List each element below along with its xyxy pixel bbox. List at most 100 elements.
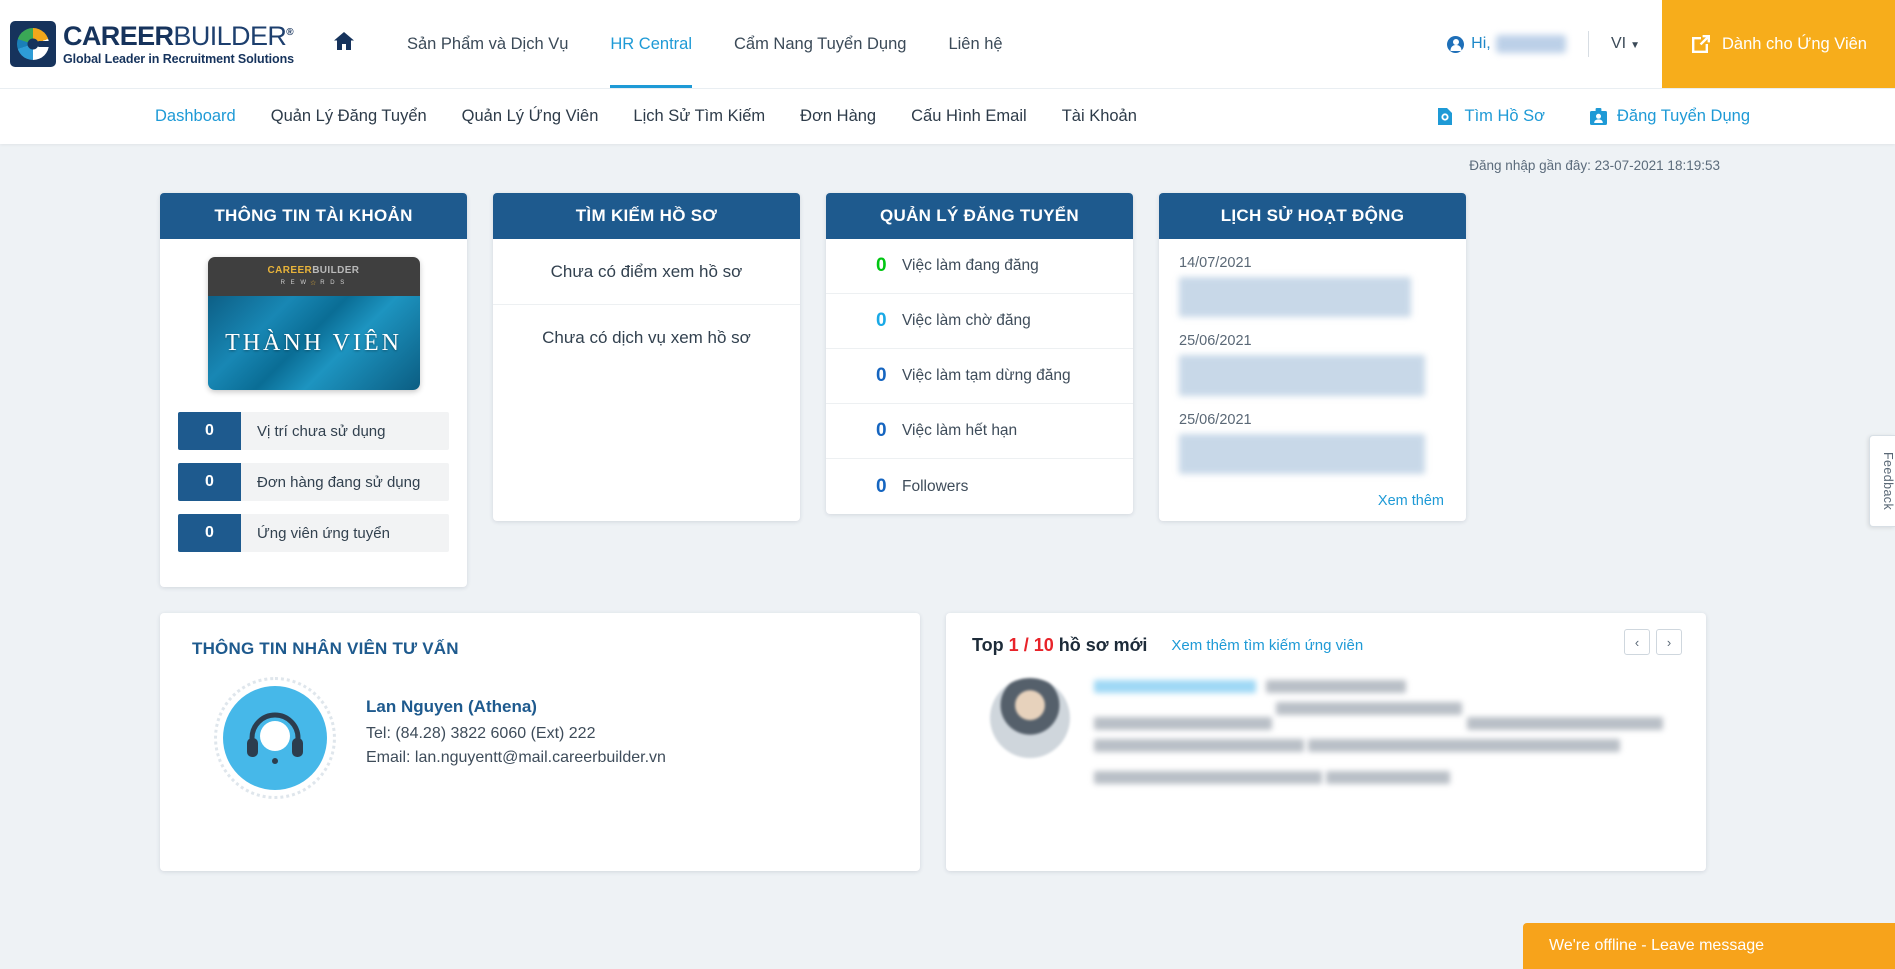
candidate-detail-redacted: Marketing Director/Manager [1094,717,1272,730]
headset-icon [247,712,303,764]
subnav-item-dashboard[interactable]: Dashboard [155,107,236,126]
for-candidates-button[interactable]: Dành cho Ứng Viên [1662,0,1895,88]
consultant-info-card: THÔNG TIN NHÂN VIÊN TƯ VẤN Lan Nguyen (A… [160,613,920,871]
activity-detail-redacted: Change Contact Information at 11:40:55:2… [1179,433,1425,474]
last-login-text: Đăng nhập gần đây: 23-07-2021 18:19:53 [1469,158,1720,173]
user-account-menu[interactable]: Hi, redacted [1447,35,1566,53]
carousel-next-button[interactable]: › [1656,629,1682,655]
activity-history-title: LỊCH SỬ HOẠT ĐỘNG [1159,193,1466,239]
posting-count: 0 [876,475,887,497]
subnav-item-candidate-management[interactable]: Quản Lý Ứng Viên [462,107,599,126]
subnav-item-orders[interactable]: Đơn Hàng [800,107,876,126]
consultant-phone: Tel: (84.28) 3822 6060 (Ext) 222 [366,725,596,742]
consultant-avatar [223,686,327,790]
posting-row[interactable]: 0 Việc làm đang đăng [826,239,1133,294]
membership-brand: CAREERBUILDER [268,266,360,276]
job-postings-title: QUẢN LÝ ĐĂNG TUYỂN [826,193,1133,239]
subnav-item-search-history[interactable]: Lịch Sử Tìm Kiếm [633,107,765,126]
posting-count: 0 [876,420,887,441]
find-resume-label: Tìm Hồ Sơ [1464,107,1545,125]
stat-row[interactable]: 0 Đơn hàng đang sử dụng [178,463,449,501]
stat-label: Ứng viên ứng tuyển [257,524,390,542]
posting-count: 0 [876,365,887,386]
feedback-tab[interactable]: Feedback [1869,435,1895,528]
user-avatar-icon [1447,35,1465,53]
careerbuilder-logo[interactable]: CAREERBUILDER® Global Leader in Recruitm… [10,21,294,67]
membership-rewards-line: R E W ☆ R D S [281,279,347,287]
nav-item-contact[interactable]: Liên hệ [927,0,1023,88]
nav-item-hr-central[interactable]: HR Central [589,0,713,88]
membership-brand-bold: CAREER [267,265,313,276]
posting-row[interactable]: 0 Việc làm hết hạn [826,404,1133,459]
logo-mark-icon [10,21,56,67]
activity-see-more-link[interactable]: Xem thêm [1378,493,1444,509]
subnav-item-email-config[interactable]: Cấu Hình Email [911,107,1027,126]
activity-item: 14/07/2021 Name Company: CareerBuilder V… [1179,255,1446,318]
post-job-label: Đăng Tuyển Dụng [1616,107,1750,125]
candidate-name-row: nguyen ai viet nam Ngày: 14-11-2017 09:3… [1094,680,1680,702]
activity-item: 25/06/2021 Change Contact Information at… [1179,333,1446,396]
account-info-card: THÔNG TIN TÀI KHOẢN CAREERBUILDER R E W … [160,193,467,587]
nav-item-handbook[interactable]: Cẩm Nang Tuyển Dụng [713,0,927,88]
account-info-title: THÔNG TIN TÀI KHOẢN [160,193,467,239]
membership-card: CAREERBUILDER R E W ☆ R D S THÀNH VIÊN [207,257,420,390]
posting-row[interactable]: 0 Việc làm tạm dừng đăng [826,349,1133,404]
membership-brand-light: BUILDER [312,265,360,276]
stat-row[interactable]: 0 Vị trí chưa sử dụng [178,412,449,450]
dashboard-cards-row: THÔNG TIN TÀI KHOẢN CAREERBUILDER R E W … [0,193,1895,587]
posting-row[interactable]: 0 Việc làm chờ đăng [826,294,1133,349]
resume-search-line: Chưa có điểm xem hồ sơ [493,239,800,305]
stat-value: 0 [178,514,241,552]
posting-label: Việc làm chờ đăng [902,312,1031,329]
top-profiles-more-link[interactable]: Xem thêm tìm kiếm ứng viên [1171,637,1363,654]
candidate-date-redacted: Ngày: 14-11-2017 09:38:12 [1266,680,1406,693]
job-postings-body: 0 Việc làm đang đăng 0 Việc làm chờ đăng… [826,239,1133,514]
subnav-item-account[interactable]: Tài Khoản [1062,107,1137,126]
logo-pie-icon [17,28,51,60]
dashboard-bottom-row: THÔNG TIN NHÂN VIÊN TƯ VẤN Lan Nguyen (A… [0,613,1895,871]
candidate-detail-redacted: Bằng cấp cao nhất: Sau đại học [1466,717,1663,730]
stat-row[interactable]: 0 Ứng viên ứng tuyển [178,514,449,552]
top-profiles-header: Top 1 / 10 hồ sơ mới Xem thêm tìm kiếm ứ… [972,635,1680,656]
consultant-card-title: THÔNG TIN NHÂN VIÊN TƯ VẤN [192,639,459,658]
activity-detail-redacted: Change Contact Information at 11:40:55:2… [1179,355,1425,396]
candidate-list-item[interactable]: nguyen ai viet nam Ngày: 14-11-2017 09:3… [972,678,1680,803]
language-label: VI [1610,35,1627,52]
top-profiles-card: Top 1 / 10 hồ sơ mới Xem thêm tìm kiếm ứ… [946,613,1706,871]
resume-search-body: Chưa có điểm xem hồ sơ Chưa có dịch vụ x… [493,239,800,521]
candidate-detail-redacted: Chăm sóc cá nhân, Tiếp thị / Marketing [1094,771,1322,784]
resume-search-title: TÌM KIẾM HỒ SƠ [493,193,800,239]
language-selector[interactable]: VI ▼ [1611,35,1640,53]
find-resume-button[interactable]: Tìm Hồ Sơ [1436,107,1545,126]
candidate-name-redacted: nguyen ai viet nam [1094,680,1256,693]
posting-row[interactable]: 0 Followers [826,459,1133,514]
posting-label: Việc làm hết hạn [902,422,1018,439]
post-job-icon [1589,108,1607,125]
offline-chat-bar[interactable]: We're offline - Leave message [1523,923,1895,969]
carousel-prev-button[interactable]: ‹ [1624,629,1650,655]
rewards-left-text: R E W [280,280,309,286]
nav-item-products[interactable]: Sản Phẩm và Dịch Vụ [386,0,589,88]
candidate-detail-redacted: Địa điểm: Hồ Chí Minh [1326,771,1451,784]
logo-tagline: Global Leader in Recruitment Solutions [63,51,294,66]
header-right-group: Hi, redacted VI▼ Dành cho Ứng Viên [1447,0,1895,88]
logo-light-part: BUILDER [173,20,287,51]
top-prefix: Top [972,635,1004,655]
logo-text: CAREERBUILDER® Global Leader in Recruitm… [63,20,294,66]
candidate-detail-redacted: Mức lương mong muốn: Thỏa thuận [1094,739,1304,752]
job-postings-card: QUẢN LÝ ĐĂNG TUYỂN 0 Việc làm đang đăng … [826,193,1133,514]
stat-label: Đơn hàng đang sử dụng [257,473,421,491]
candidate-photo-redacted [990,678,1070,758]
dashboard-subnav: Dashboard Quản Lý Đăng Tuyển Quản Lý Ứng… [0,88,1895,144]
star-icon: ☆ [310,280,319,287]
consultant-content: Lan Nguyen (Athena) Tel: (84.28) 3822 60… [192,677,888,799]
post-job-button[interactable]: Đăng Tuyển Dụng [1589,107,1750,126]
chevron-down-icon: ▼ [1630,40,1641,51]
rewards-right-text: R D S [320,280,347,286]
subnav-item-job-management[interactable]: Quản Lý Đăng Tuyển [271,107,427,126]
top-profiles-title: Top 1 / 10 hồ sơ mới [972,635,1147,656]
home-icon[interactable] [333,32,354,56]
stat-label: Vị trí chưa sử dụng [257,422,386,440]
posting-label: Việc làm đang đăng [902,257,1039,274]
header-divider [1587,31,1589,57]
